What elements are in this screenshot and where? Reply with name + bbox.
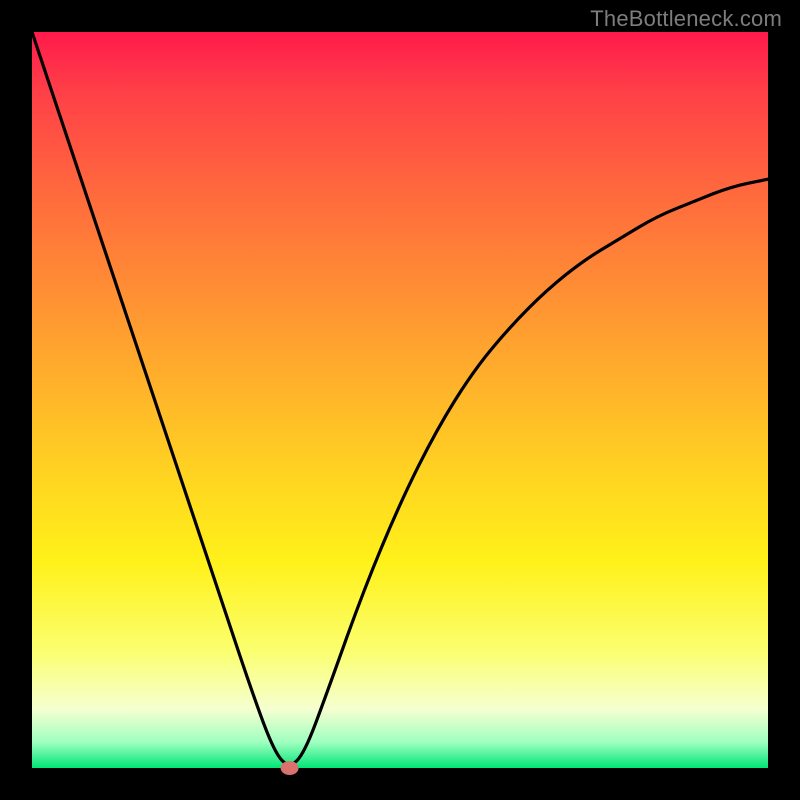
watermark-text: TheBottleneck.com [590,6,782,32]
chart-frame: TheBottleneck.com [0,0,800,800]
curve-svg [32,32,768,768]
plot-area [32,32,768,768]
optimal-point-marker [281,761,299,775]
bottleneck-curve [32,32,768,764]
